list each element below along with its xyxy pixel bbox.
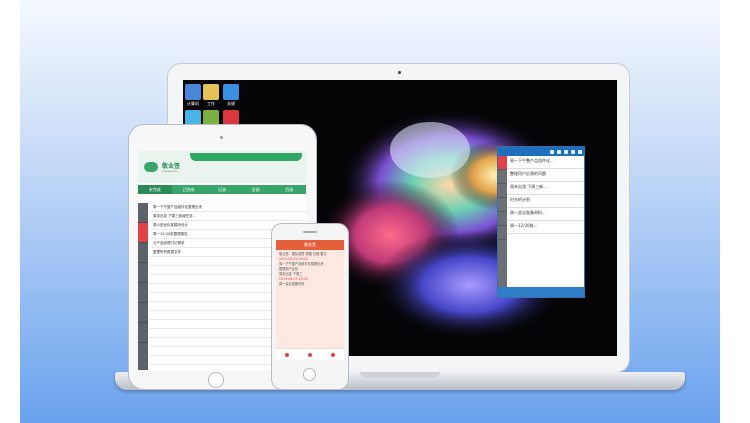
tablet-side-tab-active[interactable] [138, 223, 148, 243]
phone-screen: 敬业签 敬业签：团队便签·提醒·日程·备忘 2019-08-01 09:00 周… [276, 240, 344, 360]
list-item[interactable]: 周一会议准备材料... [507, 208, 584, 221]
home-icon[interactable] [285, 352, 290, 357]
widget-tab[interactable] [498, 212, 507, 226]
widget-tab[interactable] [498, 184, 507, 198]
list-item[interactable]: 周一下午整产品组件化整理出来 [150, 203, 306, 212]
tab-records[interactable]: 记录 [205, 185, 239, 194]
tab-finished[interactable]: 已完成 [172, 185, 206, 194]
desktop-icon-x-app[interactable]: 关键 [220, 84, 242, 106]
tab-unfinished[interactable]: 未完成 [138, 185, 172, 194]
list-item[interactable]: 周一下午整产品组件化... [507, 156, 584, 169]
tablet-nav: 未完成 已完成 记录 全部 目录 [138, 185, 306, 194]
phone-header: 敬业签 [276, 240, 344, 250]
phone-speaker [303, 231, 317, 233]
laptop-notch [360, 372, 440, 378]
tab-all[interactable]: 全部 [239, 185, 273, 194]
minimize-icon[interactable] [571, 149, 575, 154]
tablet-side-tab[interactable] [138, 323, 148, 343]
add-icon[interactable] [550, 149, 554, 154]
widget-toolbar [498, 147, 584, 156]
widget-tab[interactable] [498, 198, 507, 212]
widget-tab-active[interactable] [498, 156, 507, 170]
tablet-side-tab[interactable] [138, 263, 148, 283]
folder-icon [203, 84, 219, 100]
tablet-side-tab[interactable] [138, 203, 148, 223]
list-item[interactable]: 周末出游 下周三新增任务... [150, 212, 306, 221]
cloud-logo-icon [144, 162, 158, 172]
user-icon[interactable] [330, 352, 335, 357]
close-icon[interactable] [578, 149, 582, 154]
tablet-camera [220, 136, 223, 139]
widget-tab-rail [498, 156, 507, 297]
background-gradient: 计算机 工作 关键 周一下午整产品组件化... 整理用户反馈的问题 周末出游 下… [20, 0, 720, 423]
list-item[interactable]: 周末出游 下周三新... [507, 182, 584, 195]
tablet-home-button[interactable] [208, 372, 224, 388]
user-icon[interactable] [564, 149, 568, 154]
note-line: 周一会议准备材料 [279, 282, 305, 286]
tablet-tab-rail [138, 203, 148, 370]
note-widget: 周一下午整产品组件化... 整理用户反馈的问题 周末出游 下周三新... 时光的… [497, 146, 585, 298]
app-subtitle: Jingyeqian [162, 169, 178, 173]
tablet-side-tab[interactable] [138, 283, 148, 303]
add-icon[interactable] [307, 352, 312, 357]
phone-tabbar [276, 348, 344, 360]
list-item[interactable]: 整理用户反馈的问题 [507, 169, 584, 182]
widget-tab[interactable] [498, 226, 507, 240]
tablet-side-tab[interactable] [138, 243, 148, 263]
x-app-icon [223, 84, 239, 100]
tablet-side-tab[interactable] [138, 303, 148, 323]
tablet-header: 敬业签 Jingyeqian [138, 151, 306, 183]
list-item[interactable]: 周一12:00前... [507, 221, 584, 234]
widget-footer [498, 287, 584, 297]
tablet-search-bar[interactable] [190, 153, 302, 161]
phone-home-button[interactable] [303, 368, 316, 381]
search-icon[interactable] [557, 149, 561, 154]
list-item[interactable]: 时光的计划 [507, 195, 584, 208]
widget-note-list: 周一下午整产品组件化... 整理用户反馈的问题 周末出游 下周三新... 时光的… [507, 156, 584, 287]
phone-note-text: 敬业签：团队便签·提醒·日程·备忘 2019-08-01 09:00 周一下午整… [279, 252, 341, 287]
tab-catalog[interactable]: 目录 [272, 185, 306, 194]
desktop-icon-folder[interactable]: 工作 [200, 84, 222, 106]
computer-icon [185, 84, 201, 100]
laptop-camera [398, 71, 401, 74]
widget-tab[interactable] [498, 170, 507, 184]
